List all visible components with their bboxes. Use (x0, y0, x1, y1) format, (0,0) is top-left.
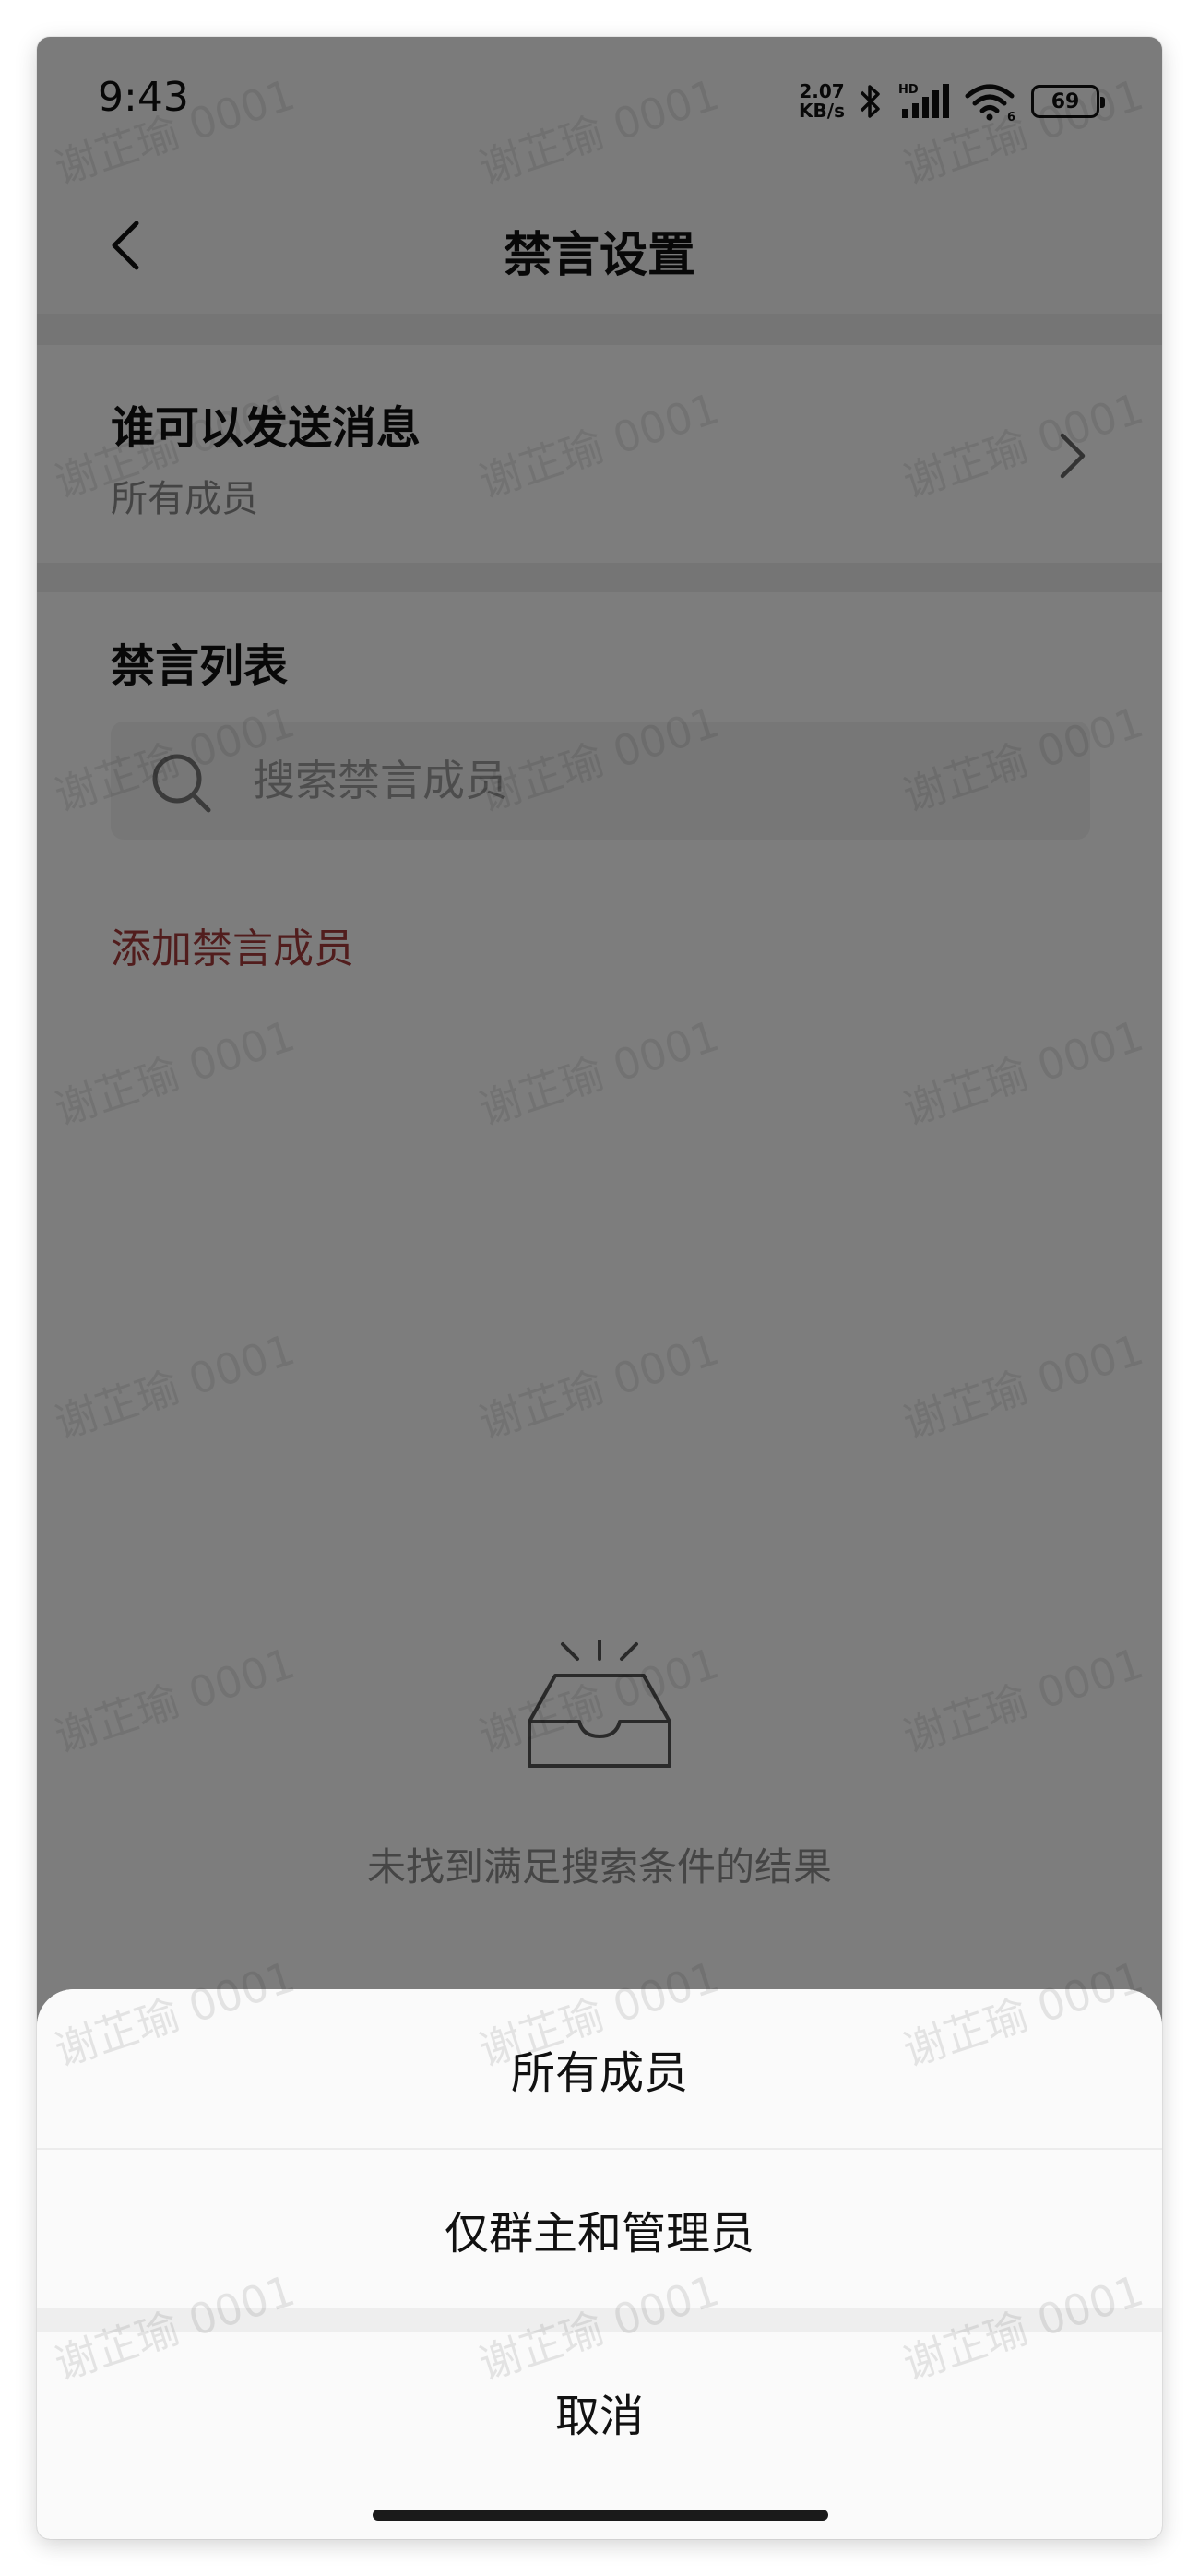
cancel-button[interactable]: 取消 (37, 2332, 1162, 2491)
sheet-gap (37, 2308, 1162, 2332)
option-owner-and-admins[interactable]: 仅群主和管理员 (37, 2150, 1162, 2308)
phone-screen: 9:43 2.07 KB/s HD 6 (37, 37, 1162, 2539)
option-all-members[interactable]: 所有成员 (37, 1989, 1162, 2148)
action-sheet: 所有成员 仅群主和管理员 取消 (37, 1989, 1162, 2539)
home-indicator[interactable] (373, 2510, 828, 2521)
